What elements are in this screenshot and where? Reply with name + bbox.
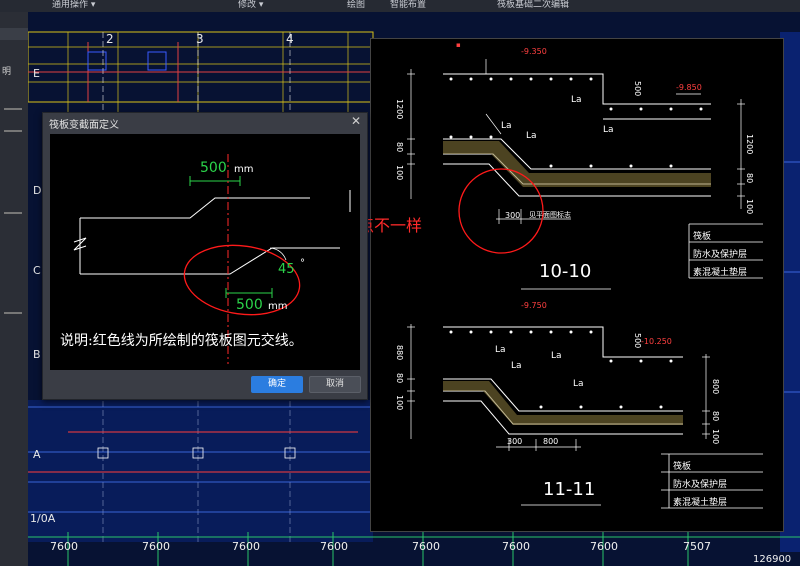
dim-right: 80: [711, 411, 720, 422]
section-detail-drawing: [407, 59, 763, 509]
dialog-explanation: 说明:红色线为所绘制的筏板图元交线。: [60, 333, 303, 349]
dim-top-unit: mm: [234, 164, 254, 175]
close-icon[interactable]: ✕: [351, 114, 361, 128]
axis-label-row: D: [33, 184, 42, 197]
dim-value: 7600: [142, 540, 170, 553]
section2-elev-step: -10.250: [641, 337, 672, 346]
dim-value: 7600: [320, 540, 348, 553]
section1-label-tag: ▪: [456, 41, 461, 49]
axis-label-row: A: [33, 448, 41, 461]
ok-button[interactable]: 确定: [251, 376, 303, 393]
dim-left: 80: [395, 373, 404, 384]
section1-elev-step: -9.850: [676, 83, 702, 92]
menu-raft-secondary-edit[interactable]: 筏板基础二次编辑: [497, 0, 569, 10]
dim-right: 80: [745, 173, 754, 184]
panel-divider: [4, 130, 22, 132]
layer-name: 筏板: [693, 232, 712, 242]
dim-value: 7600: [502, 540, 530, 553]
dialog-preview: 500 mm 500 mm 45 ° 说明:红色线为所绘制的筏板图元交线。: [50, 134, 360, 370]
layer-name: 筏板: [673, 462, 692, 472]
rebar-label: La: [526, 131, 537, 141]
menu-common-ops[interactable]: 通用操作 ▾: [52, 0, 95, 10]
cancel-button[interactable]: 取消: [309, 376, 361, 393]
rebar-label: La: [603, 125, 614, 135]
panel-label: 明: [2, 67, 12, 77]
dim-bottom: 300: [507, 437, 523, 446]
section2-elev-top: -9.750: [521, 301, 547, 310]
dim-top-value: 500: [200, 160, 227, 176]
rebar-label: La: [573, 379, 584, 389]
axis-label-row: B: [33, 348, 41, 361]
axis-label-row: 1/0A: [30, 512, 56, 525]
section1-title: 10-10: [539, 261, 592, 282]
panel-tab[interactable]: [0, 28, 28, 40]
dim-right: 100: [745, 199, 754, 215]
dialog-title: 筏板变截面定义: [49, 120, 119, 131]
layer-name: 防水及保护层: [693, 250, 748, 260]
dim-value: 7600: [232, 540, 260, 553]
panel-divider: [4, 212, 22, 214]
dim-right: 500: [633, 81, 642, 97]
dim-left: 100: [395, 165, 404, 181]
dim-total: 126900: [753, 554, 792, 565]
menu-smart-place[interactable]: 智能布置: [390, 0, 426, 10]
dim-left: 1200: [395, 99, 404, 120]
dim-right: 100: [711, 429, 720, 445]
rebar-label: La: [571, 95, 582, 105]
axis-label-row: E: [33, 67, 40, 80]
dim-bottom: 800: [543, 437, 559, 446]
dim-right: 800: [711, 379, 720, 395]
layer-name: 素混凝土垫层: [673, 498, 728, 508]
dim-right: 1200: [745, 134, 754, 155]
angle-value: 45: [278, 262, 295, 277]
dim-left: 880: [395, 345, 404, 361]
axis-label-col: 2: [106, 32, 114, 46]
layer-name: 素混凝土垫层: [693, 268, 748, 278]
rebar-label: La: [501, 121, 512, 131]
dim-bottom-unit: mm: [268, 301, 288, 312]
plan-ref-note: 见平面图标志: [529, 211, 571, 219]
dim-left: 80: [395, 142, 404, 153]
panel-divider: [4, 108, 22, 110]
dim-value: 7600: [590, 540, 618, 553]
section1-elev-top: -9.350: [521, 47, 547, 56]
section-detail-image: ▪ -9.350 -9.850 La La La La 1200 80 100 …: [370, 38, 784, 532]
rebar-label: La: [511, 361, 522, 371]
layer-name: 防水及保护层: [673, 480, 728, 490]
bottom-dimension-row: 7600 7600 7600 7600 7600 7600 7600 7507 …: [28, 536, 800, 566]
dim-left: 100: [395, 395, 404, 411]
menu-bar: 通用操作 ▾ 修改 ▾ 绘图 智能布置 筏板基础二次编辑: [0, 0, 800, 12]
section-definition-dialog[interactable]: 筏板变截面定义 ✕ 500 mm 500 mm 45 ° 说明:红色线为所绘制的…: [42, 112, 368, 400]
dim-bottom: 300: [505, 211, 521, 220]
panel-divider: [4, 312, 22, 314]
axis-label-col: 3: [196, 32, 204, 46]
dim-bottom-value: 500: [236, 297, 263, 313]
menu-draw[interactable]: 绘图: [347, 0, 365, 10]
rebar-label: La: [551, 351, 562, 361]
left-panel: 明: [0, 12, 28, 566]
angle-unit: °: [300, 258, 305, 269]
dim-value: 7507: [683, 540, 711, 553]
dim-right: 500: [633, 333, 642, 349]
axis-label-row: C: [33, 264, 41, 277]
menu-modify[interactable]: 修改 ▾: [238, 0, 263, 10]
section2-title: 11-11: [543, 479, 596, 500]
dim-value: 7600: [50, 540, 78, 553]
dim-value: 7600: [412, 540, 440, 553]
axis-label-col: 4: [286, 32, 294, 46]
rebar-label: La: [495, 345, 506, 355]
